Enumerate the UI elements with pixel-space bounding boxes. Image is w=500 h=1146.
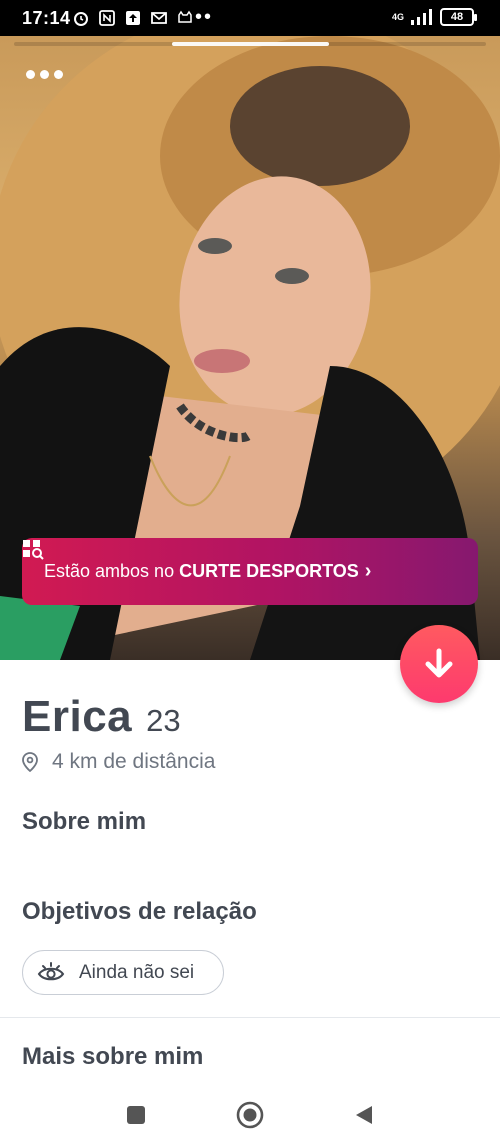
distance-text: 4 km de distância	[52, 750, 216, 773]
battery-icon: 48	[440, 8, 477, 26]
interest-search-icon	[23, 540, 44, 560]
back-triangle-icon	[356, 1106, 372, 1124]
shared-interest-highlight: CURTE DESPORTOS	[179, 561, 359, 581]
profile-distance: 4 km de distância	[22, 750, 215, 774]
status-bar: 17:14 •• 4G 48	[0, 0, 500, 36]
profile-name-row: Erica 23	[22, 692, 181, 742]
relationship-goals-heading: Objetivos de relação	[22, 898, 257, 925]
status-time: 17:14	[22, 8, 71, 28]
status-notification-icons	[72, 9, 194, 27]
alarm-icon	[74, 12, 88, 26]
network-label: 4G	[391, 11, 404, 22]
photo-progress-indicator	[172, 42, 329, 46]
signal-icon	[411, 9, 432, 25]
nfc-icon	[99, 10, 115, 26]
arrow-down-icon	[425, 648, 453, 678]
shared-interest-text: Estão ambos no	[44, 561, 175, 581]
square-icon	[127, 1106, 145, 1124]
about-heading: Sobre mim	[22, 808, 147, 835]
profile-age: 23	[146, 703, 181, 738]
status-more-icon: ••	[195, 6, 214, 28]
more-dots-icon[interactable]	[26, 70, 63, 79]
more-about-heading: Mais sobre mim	[22, 1043, 204, 1070]
relationship-goal-chip: Ainda não sei	[22, 950, 224, 995]
location-pin-icon	[22, 752, 38, 772]
home-button[interactable]	[235, 1100, 265, 1130]
system-nav-bar	[0, 1080, 500, 1146]
status-right: 4G 48	[391, 8, 477, 26]
home-circle-icon	[236, 1101, 264, 1129]
gmail-icon	[151, 12, 167, 24]
back-button[interactable]	[349, 1100, 379, 1130]
relationship-goal-value: Ainda não sei	[79, 961, 195, 983]
upload-icon	[126, 11, 140, 25]
collapse-profile-button[interactable]	[400, 625, 478, 703]
battery-level: 48	[450, 11, 464, 23]
profile-photo[interactable]: Estão ambos no CURTE DESPORTOS ›	[0, 36, 500, 660]
shared-interest-banner[interactable]: Estão ambos no CURTE DESPORTOS ›	[22, 538, 478, 605]
recents-button[interactable]	[121, 1100, 151, 1130]
eye-icon	[37, 961, 65, 980]
section-divider	[0, 1017, 500, 1018]
cat-icon	[178, 10, 192, 23]
chevron-right-icon: ›	[364, 560, 372, 582]
profile-name: Erica	[22, 692, 133, 741]
